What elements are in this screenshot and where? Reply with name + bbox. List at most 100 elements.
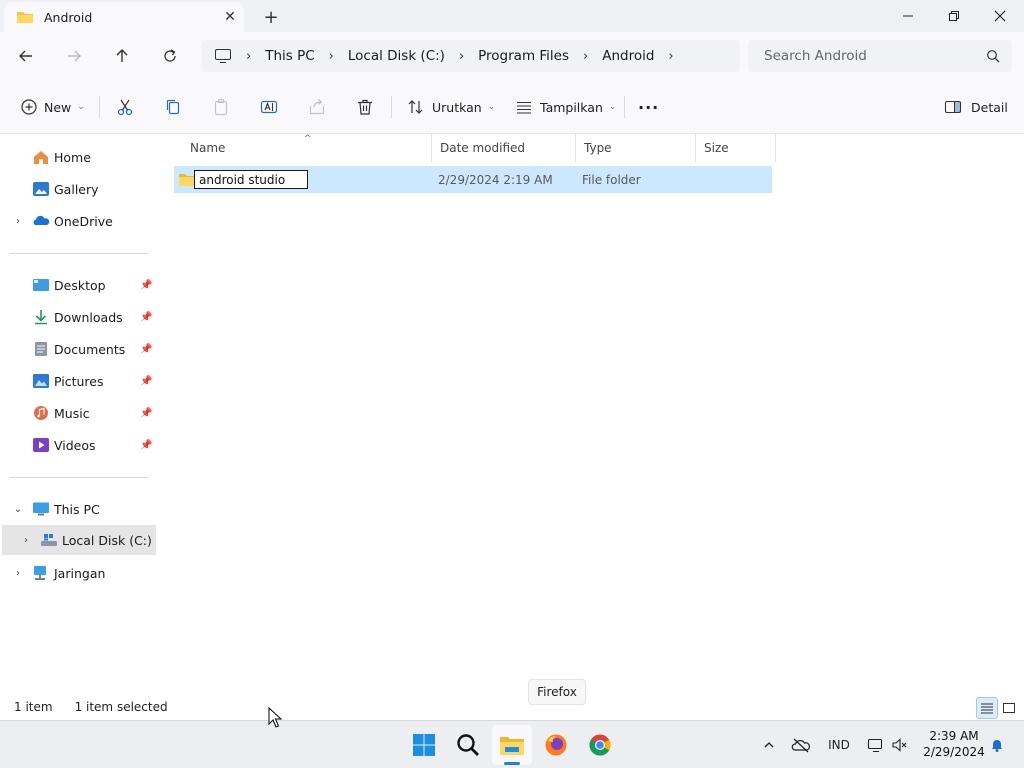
network-icon xyxy=(867,738,883,752)
sidebar-item-documents[interactable]: Documents 📌 xyxy=(0,334,157,364)
videos-icon xyxy=(33,438,49,452)
file-explorer-taskbar-button[interactable] xyxy=(492,725,532,765)
clock[interactable]: 2:39 AM 2/29/2024 xyxy=(920,728,988,760)
pictures-icon xyxy=(33,374,49,388)
chrome-icon xyxy=(589,734,611,756)
sidebar-item-gallery[interactable]: Gallery xyxy=(0,174,157,204)
sidebar-item-desktop[interactable]: Desktop 📌 xyxy=(0,270,157,300)
column-header-name[interactable]: Name xyxy=(182,134,432,162)
rename-button[interactable] xyxy=(259,92,279,122)
breadcrumb-separator[interactable]: › xyxy=(668,49,673,64)
refresh-icon xyxy=(164,49,176,62)
search-taskbar-button[interactable] xyxy=(448,725,488,765)
restore-button[interactable] xyxy=(931,0,977,32)
sidebar-item-local-disk[interactable]: › Local Disk (C:) xyxy=(2,525,156,555)
volume-muted-icon xyxy=(892,738,907,752)
paste-icon xyxy=(214,99,228,116)
new-tab-button[interactable]: + xyxy=(258,4,284,30)
breadcrumb-separator[interactable]: › xyxy=(329,49,334,64)
search-input[interactable]: Search Android xyxy=(764,48,986,64)
sort-label: Urutkan xyxy=(432,99,482,115)
sidebar-item-this-pc[interactable]: ⌄ This PC xyxy=(0,494,157,524)
breadcrumb-local-disk[interactable]: Local Disk (C:) xyxy=(348,48,445,64)
table-row[interactable]: 2/29/2024 2:19 AM File folder xyxy=(174,166,772,193)
sidebar-item-videos[interactable]: Videos 📌 xyxy=(0,430,157,460)
share-button[interactable] xyxy=(307,92,327,122)
forward-button[interactable] xyxy=(58,42,90,70)
column-header-date-modified[interactable]: Date modified xyxy=(432,134,576,162)
scissors-icon xyxy=(117,99,133,116)
refresh-button[interactable] xyxy=(154,42,186,70)
paste-button[interactable] xyxy=(211,92,231,122)
breadcrumb-program-files[interactable]: Program Files xyxy=(478,48,569,64)
show-hidden-icons-button[interactable] xyxy=(758,733,780,757)
sidebar-item-jaringan[interactable]: › Jaringan xyxy=(0,558,157,588)
network-volume-tray[interactable] xyxy=(864,733,912,757)
sidebar-item-label: Desktop xyxy=(54,277,106,293)
downloads-icon xyxy=(35,310,47,325)
delete-button[interactable] xyxy=(355,92,375,122)
column-header-size[interactable]: Size xyxy=(696,134,776,162)
title-bar: Android ✕ + xyxy=(0,0,1024,32)
chevron-down-icon[interactable]: ⌄ xyxy=(10,504,26,515)
sidebar-item-label: Home xyxy=(54,149,91,165)
tab-close-button[interactable]: ✕ xyxy=(216,3,244,31)
search-box[interactable]: Search Android xyxy=(748,40,1012,72)
sidebar-item-music[interactable]: Music 📌 xyxy=(0,398,157,428)
arrow-up-icon xyxy=(116,49,128,62)
firefox-taskbar-button[interactable] xyxy=(536,725,576,765)
sidebar-item-home[interactable]: Home xyxy=(0,142,157,172)
close-button[interactable] xyxy=(977,0,1023,32)
chevron-right-icon[interactable]: › xyxy=(10,568,26,579)
chevron-down-icon: ⌄ xyxy=(608,102,617,112)
chrome-taskbar-button[interactable] xyxy=(580,725,620,765)
breadcrumb-android[interactable]: Android xyxy=(602,48,654,64)
cut-button[interactable] xyxy=(115,92,135,122)
column-header-type[interactable]: Type xyxy=(576,134,696,162)
tiles-view-button[interactable] xyxy=(998,697,1020,719)
sidebar-item-label: This PC xyxy=(54,501,100,517)
sidebar-divider xyxy=(10,477,148,478)
more-options-button[interactable]: ··· xyxy=(638,92,659,122)
sidebar-item-pictures[interactable]: Pictures 📌 xyxy=(0,366,157,396)
sidebar-item-label: Downloads xyxy=(54,309,123,325)
taskbar: IND 2:39 AM 2/29/2024 xyxy=(0,720,1024,768)
rename-input[interactable] xyxy=(194,170,308,189)
copy-button[interactable] xyxy=(163,92,183,122)
search-icon xyxy=(457,734,479,756)
sidebar-item-downloads[interactable]: Downloads 📌 xyxy=(0,302,157,332)
up-button[interactable] xyxy=(106,42,138,70)
copy-icon xyxy=(166,99,180,115)
new-button[interactable]: New ⌄ xyxy=(20,92,85,122)
chevron-right-icon[interactable]: › xyxy=(18,535,34,546)
sidebar-item-onedrive[interactable]: › OneDrive xyxy=(0,206,157,236)
chevron-down-icon: ⌄ xyxy=(77,102,85,112)
pin-icon: 📌 xyxy=(140,375,153,387)
monitor-icon xyxy=(215,49,231,63)
start-button[interactable] xyxy=(404,725,444,765)
address-bar[interactable]: › This PC › Local Disk (C:) › Program Fi… xyxy=(202,40,740,72)
language-indicator[interactable]: IND xyxy=(824,733,854,757)
pin-icon: 📌 xyxy=(140,407,153,419)
minimize-button[interactable] xyxy=(885,0,931,32)
back-button[interactable] xyxy=(10,42,42,70)
details-pane-button[interactable]: Detail xyxy=(943,92,1008,122)
breadcrumb-separator[interactable]: › xyxy=(583,49,588,64)
command-bar: New ⌄ Urutkan ⌄ Tampilkan ⌄ ··· Detail xyxy=(0,80,1024,134)
arrow-right-icon xyxy=(68,50,81,62)
onedrive-tray-button[interactable] xyxy=(788,733,814,757)
toolbar-divider xyxy=(99,96,100,118)
home-icon xyxy=(34,151,48,164)
tab-android[interactable]: Android ✕ xyxy=(4,2,244,32)
pin-icon: 📌 xyxy=(140,439,153,451)
breadcrumb-separator[interactable]: › xyxy=(459,49,464,64)
toolbar-divider xyxy=(391,96,392,118)
sidebar-item-label: Pictures xyxy=(54,373,104,389)
details-view-button[interactable] xyxy=(976,697,998,719)
breadcrumb-this-pc[interactable]: This PC xyxy=(265,48,314,64)
music-icon xyxy=(34,406,48,420)
notifications-button[interactable] xyxy=(986,733,1008,757)
view-button[interactable]: Tampilkan ⌄ xyxy=(514,92,616,122)
sort-button[interactable]: Urutkan ⌄ xyxy=(406,92,495,122)
chevron-right-icon[interactable]: › xyxy=(10,216,26,227)
